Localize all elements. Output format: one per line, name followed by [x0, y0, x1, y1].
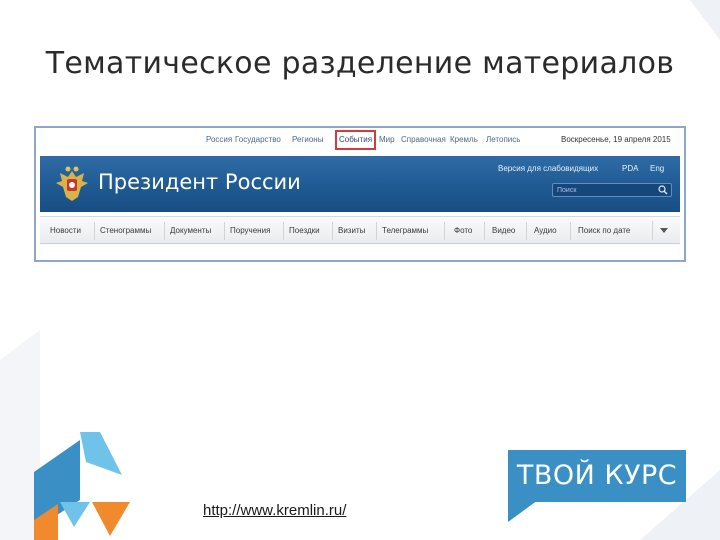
search-icon[interactable]	[658, 185, 668, 195]
search-box	[552, 183, 672, 197]
section-audio[interactable]: Аудио	[534, 226, 557, 235]
website-screenshot: Россия Государство Регионы События Мир С…	[34, 126, 686, 262]
slide-title: Тематическое разделение материалов	[45, 46, 675, 81]
divider	[224, 222, 225, 240]
brand-logo-text: ТВОЙ КУРС	[516, 460, 678, 491]
section-news[interactable]: Новости	[50, 226, 81, 235]
section-photo[interactable]: Фото	[454, 226, 472, 235]
pda-link[interactable]: PDA	[622, 164, 638, 173]
section-instructions[interactable]: Поручения	[230, 226, 270, 235]
top-nav-item-reference[interactable]: Справочная	[401, 134, 446, 146]
section-visits[interactable]: Визиты	[338, 226, 365, 235]
website-url-link[interactable]: http://www.kremlin.ru/	[203, 502, 346, 519]
divider	[484, 222, 485, 240]
site-header-banner: Президент России Версия для слабовидящих…	[40, 156, 680, 212]
site-title[interactable]: Президент России	[98, 170, 301, 194]
search-input[interactable]	[557, 185, 655, 195]
divider	[376, 222, 377, 240]
top-nav-item-russia[interactable]: Россия	[206, 134, 232, 146]
double-headed-eagle-emblem-icon	[56, 166, 88, 201]
more-sections-button[interactable]	[652, 221, 674, 240]
top-nav-item-regions[interactable]: Регионы	[292, 134, 323, 146]
top-nav-item-state[interactable]: Государство	[235, 134, 281, 146]
divider	[283, 222, 284, 240]
brand-logo-tail	[508, 500, 538, 522]
accessibility-version-link[interactable]: Версия для слабовидящих	[498, 164, 598, 173]
divider	[164, 222, 165, 240]
divider	[444, 222, 445, 240]
top-nav-item-world[interactable]: Мир	[379, 134, 395, 146]
current-date: Воскресенье, 19 апреля 2015	[561, 135, 671, 144]
section-documents[interactable]: Документы	[170, 226, 211, 235]
section-transcripts[interactable]: Стенограммы	[100, 226, 151, 235]
section-trips[interactable]: Поездки	[289, 226, 320, 235]
top-navigation: Россия Государство Регионы События Мир С…	[36, 128, 684, 152]
divider	[94, 222, 95, 240]
section-navigation: Новости Стенограммы Документы Поручения …	[40, 216, 680, 244]
top-nav-item-events[interactable]: События	[334, 130, 377, 150]
english-version-link[interactable]: Eng	[650, 164, 664, 173]
divider	[332, 222, 333, 240]
top-nav-item-chronicle[interactable]: Летопись	[486, 134, 520, 146]
chevron-down-icon	[660, 228, 668, 233]
corner-logo-shapes	[34, 432, 130, 540]
divider	[526, 222, 527, 240]
section-telegrams[interactable]: Телеграммы	[382, 226, 428, 235]
top-nav-item-kremlin[interactable]: Кремль	[450, 134, 478, 146]
divider	[570, 222, 571, 240]
brand-logo: ТВОЙ КУРС	[508, 450, 686, 522]
section-search-by-date[interactable]: Поиск по дате	[578, 226, 630, 235]
section-video[interactable]: Видео	[492, 226, 515, 235]
